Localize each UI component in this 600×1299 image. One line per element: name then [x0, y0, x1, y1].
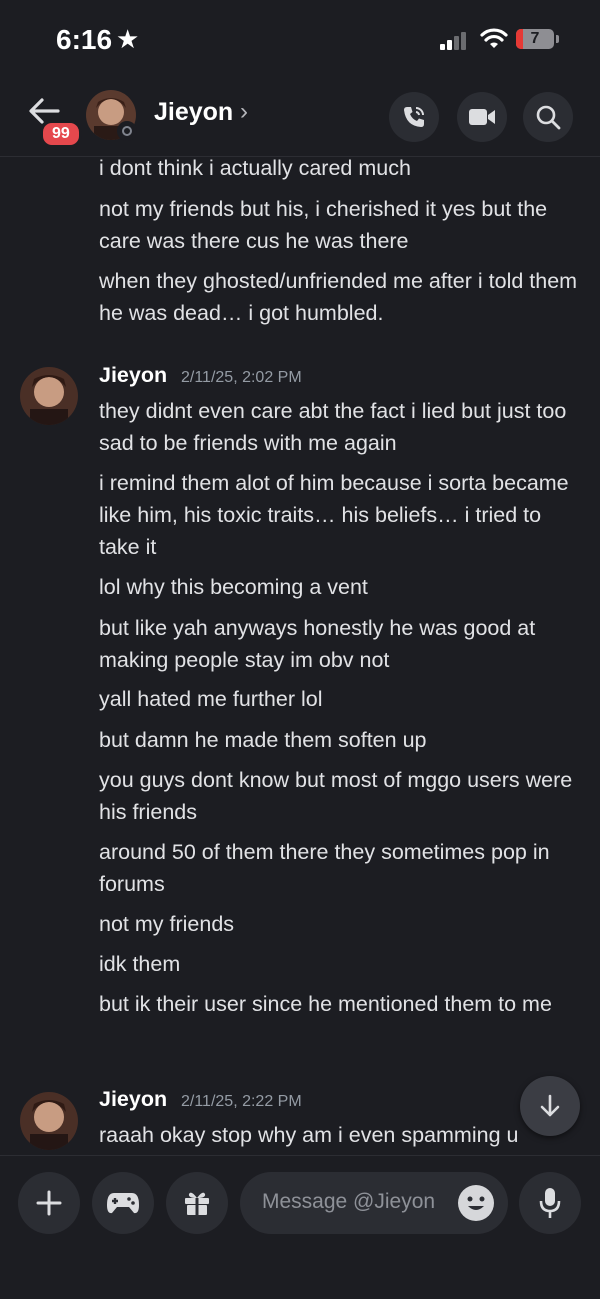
- gift-button[interactable]: [166, 1172, 228, 1234]
- message-text[interactable]: you guys dont know but most of mggo user…: [99, 764, 585, 828]
- message-author[interactable]: Jieyon: [99, 1087, 167, 1112]
- message-composer: Message @Jieyon: [0, 1155, 600, 1299]
- gamepad-icon: [107, 1193, 139, 1214]
- battery-level: 7: [530, 30, 540, 47]
- message-author[interactable]: Jieyon: [99, 363, 167, 388]
- battery-icon: 7: [516, 29, 554, 49]
- emoji-icon[interactable]: [458, 1185, 494, 1221]
- chat-header: 99 Jieyon ›: [0, 80, 600, 157]
- wifi-icon: [480, 28, 508, 48]
- search-button[interactable]: [523, 92, 573, 142]
- arrow-down-icon: [540, 1094, 560, 1117]
- message-text[interactable]: but ik their user since he mentioned the…: [99, 988, 585, 1020]
- message-text[interactable]: raaah okay stop why am i even spamming u: [99, 1119, 585, 1151]
- message-list[interactable]: i dont think i actually cared much not m…: [0, 157, 600, 1152]
- clock: 6:16: [56, 24, 113, 55]
- video-camera-icon: [469, 109, 495, 125]
- message-text[interactable]: when they ghosted/unfriended me after i …: [99, 265, 585, 329]
- message-text[interactable]: i remind them alot of him because i sort…: [99, 467, 585, 563]
- message-input[interactable]: Message @Jieyon: [240, 1172, 508, 1234]
- cellular-signal-icon: [440, 32, 466, 50]
- search-icon: [536, 105, 561, 130]
- phone-icon: [404, 107, 424, 127]
- message-timestamp: 2/11/25, 2:02 PM: [181, 369, 302, 386]
- message-text[interactable]: not my friends but his, i cherished it y…: [99, 193, 585, 257]
- plus-icon: [36, 1190, 62, 1216]
- video-call-button[interactable]: [457, 92, 507, 142]
- status-bar: 6:16 ★ 7: [0, 0, 600, 80]
- message-text[interactable]: around 50 of them there they sometimes p…: [99, 836, 585, 900]
- message-text[interactable]: not my friends: [99, 908, 585, 940]
- add-attachment-button[interactable]: [18, 1172, 80, 1234]
- message-text[interactable]: but like yah anyways honestly he was goo…: [99, 612, 585, 676]
- message-input-placeholder: Message @Jieyon: [262, 1190, 436, 1213]
- message-text[interactable]: but damn he made them soften up: [99, 724, 585, 756]
- author-avatar[interactable]: [20, 1092, 78, 1150]
- voice-call-button[interactable]: [389, 92, 439, 142]
- message-timestamp: 2/11/25, 2:22 PM: [181, 1093, 302, 1110]
- author-avatar[interactable]: [20, 367, 78, 425]
- contact-name[interactable]: Jieyon: [154, 98, 233, 127]
- chevron-right-icon[interactable]: ›: [240, 98, 248, 126]
- gift-icon: [185, 1192, 209, 1215]
- jump-to-present-button[interactable]: [520, 1076, 580, 1136]
- offline-status-icon: [117, 121, 137, 141]
- voice-message-button[interactable]: [519, 1172, 581, 1234]
- message-text[interactable]: idk them: [99, 948, 585, 980]
- message-text[interactable]: lol why this becoming a vent: [99, 571, 585, 603]
- message-text[interactable]: they didnt even care abt the fact i lied…: [99, 395, 585, 459]
- star-icon: ★: [116, 24, 140, 54]
- activities-button[interactable]: [92, 1172, 154, 1234]
- message-text[interactable]: yall hated me further lol: [99, 683, 585, 715]
- message-text[interactable]: i dont think i actually cared much: [99, 157, 585, 184]
- microphone-icon: [539, 1188, 561, 1218]
- unread-badge: 99: [40, 120, 82, 148]
